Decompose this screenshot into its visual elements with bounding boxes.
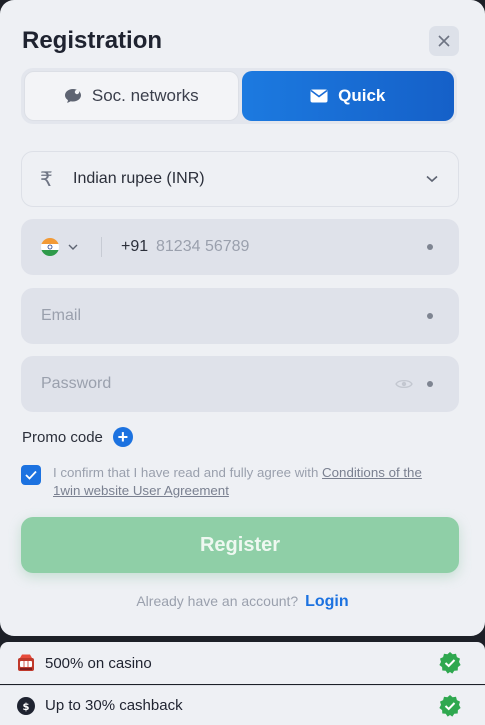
tab-quick-label: Quick bbox=[338, 86, 386, 105]
bonus-cashback-label: Up to 30% cashback bbox=[45, 697, 183, 714]
modal-title: Registration bbox=[22, 27, 163, 54]
chat-bubble-icon bbox=[64, 89, 81, 103]
chevron-down-icon bbox=[68, 244, 78, 250]
cashback-coin-icon: $ bbox=[15, 695, 37, 717]
phone-placeholder: 81234 56789 bbox=[156, 238, 250, 255]
chevron-down-icon bbox=[426, 175, 438, 183]
verified-badge-icon bbox=[439, 652, 461, 674]
register-button[interactable]: Register bbox=[21, 517, 459, 573]
promo-code-label: Promo code bbox=[22, 428, 103, 446]
password-field[interactable]: Password bbox=[21, 356, 459, 412]
tab-soc-networks-label: Soc. networks bbox=[91, 86, 199, 105]
email-placeholder: Email bbox=[41, 307, 82, 324]
required-dot bbox=[427, 313, 433, 319]
country-select[interactable] bbox=[40, 237, 78, 257]
tab-soc-networks[interactable]: Soc. networks bbox=[24, 71, 239, 121]
required-dot bbox=[427, 244, 433, 250]
phone-code: +91 bbox=[121, 238, 149, 255]
slot-machine-icon bbox=[15, 652, 37, 674]
rupee-icon: ₹ bbox=[40, 167, 53, 191]
password-placeholder: Password bbox=[41, 375, 112, 392]
login-prompt: Already have an account? bbox=[136, 593, 299, 609]
close-button[interactable] bbox=[429, 26, 459, 56]
agreement-statement: I confirm that I have read and fully agr… bbox=[53, 465, 319, 480]
bonus-casino-label: 500% on casino bbox=[45, 654, 152, 672]
email-field[interactable]: Email bbox=[21, 288, 459, 344]
checkmark-icon bbox=[25, 470, 37, 480]
phone-field[interactable]: +91 81234 56789 bbox=[21, 219, 459, 275]
verified-badge-icon bbox=[439, 694, 461, 717]
registration-tabs: Soc. networks Quick bbox=[21, 68, 457, 124]
currency-select[interactable]: ₹ Indian rupee (INR) bbox=[21, 151, 459, 207]
agreement-checkbox[interactable] bbox=[21, 465, 41, 485]
login-row: Already have an account? Login bbox=[0, 593, 485, 611]
required-dot bbox=[427, 381, 433, 387]
close-icon bbox=[438, 35, 450, 47]
india-flag-icon bbox=[41, 238, 59, 256]
bonus-casino: 500% on casino bbox=[0, 642, 485, 684]
divider bbox=[101, 237, 102, 257]
currency-value: Indian rupee (INR) bbox=[73, 170, 205, 187]
eye-icon[interactable] bbox=[395, 378, 413, 390]
agreement-text: I confirm that I have read and fully agr… bbox=[53, 464, 451, 500]
registration-modal: Registration Soc. networks Quick ₹ India… bbox=[0, 0, 485, 636]
tab-quick[interactable]: Quick bbox=[241, 71, 454, 121]
login-link[interactable]: Login bbox=[305, 593, 349, 610]
promo-code-toggle[interactable]: Promo code + bbox=[22, 427, 133, 447]
svg-text:$: $ bbox=[23, 702, 30, 713]
plus-icon[interactable]: + bbox=[112, 427, 133, 447]
agreement-row: I confirm that I have read and fully agr… bbox=[21, 464, 451, 500]
bonus-cashback: $ Up to 30% cashback bbox=[0, 685, 485, 725]
envelope-icon bbox=[310, 89, 328, 103]
